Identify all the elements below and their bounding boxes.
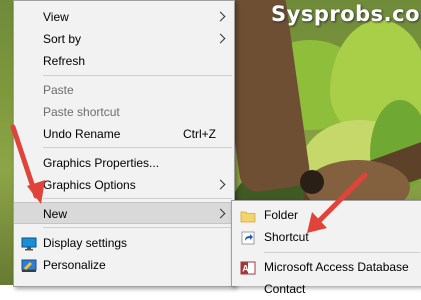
menu-item-sort-by[interactable]: Sort by [14, 28, 234, 50]
menu-item-paste[interactable]: Paste [14, 79, 234, 101]
folder-icon [240, 208, 256, 223]
menu-separator [43, 227, 232, 228]
menu-separator [43, 75, 232, 76]
menu-item-personalize-label: Personalize [43, 258, 106, 272]
shortcut-icon [240, 230, 256, 245]
menu-item-undo-rename[interactable]: Undo Rename Ctrl+Z [14, 123, 234, 145]
access-database-icon: A [240, 260, 256, 275]
chevron-right-icon [215, 208, 226, 219]
chevron-right-icon [215, 179, 226, 190]
submenu-item-folder[interactable]: Folder [232, 204, 421, 226]
menu-item-paste-shortcut-label: Paste shortcut [43, 105, 120, 119]
submenu-item-shortcut[interactable]: Shortcut [232, 226, 421, 248]
menu-item-sort-by-label: Sort by [43, 32, 82, 46]
svg-text:A: A [242, 264, 249, 274]
submenu-item-access-database[interactable]: A Microsoft Access Database [232, 256, 421, 278]
menu-item-refresh[interactable]: Refresh [14, 50, 234, 72]
menu-item-paste-shortcut[interactable]: Paste shortcut [14, 101, 234, 123]
chevron-right-icon [215, 11, 226, 22]
menu-item-graphics-properties-label: Graphics Properties... [43, 156, 160, 170]
chevron-right-icon [215, 33, 226, 44]
display-settings-icon [21, 236, 37, 251]
menu-item-new-label: New [43, 207, 68, 221]
menu-item-refresh-label: Refresh [43, 54, 86, 68]
desktop-context-menu: View Sort by Refresh Paste Paste shortcu… [13, 0, 235, 287]
submenu-item-partial[interactable]: Contact [232, 278, 421, 300]
menu-separator [43, 147, 232, 148]
menu-separator [264, 252, 420, 253]
undo-keyboard-shortcut: Ctrl+Z [183, 127, 216, 141]
personalize-icon [21, 258, 37, 272]
menu-item-graphics-properties[interactable]: Graphics Properties... [14, 152, 234, 174]
menu-separator [43, 198, 232, 199]
menu-item-personalize[interactable]: Personalize [14, 254, 234, 276]
menu-item-display-settings[interactable]: Display settings [14, 232, 234, 254]
submenu-item-partial-label: Contact [264, 282, 306, 296]
submenu-item-access-database-label: Microsoft Access Database [264, 260, 409, 274]
submenu-item-folder-label: Folder [264, 208, 299, 222]
menu-item-graphics-options-label: Graphics Options [43, 178, 136, 192]
menu-item-view-label: View [43, 10, 69, 24]
menu-item-view[interactable]: View [14, 6, 234, 28]
menu-item-graphics-options[interactable]: Graphics Options [14, 174, 234, 196]
menu-item-undo-rename-label: Undo Rename [43, 127, 121, 141]
menu-item-display-settings-label: Display settings [43, 236, 128, 250]
new-submenu: Folder Shortcut A Microsoft Access Datab… [231, 200, 421, 296]
menu-item-new[interactable]: New [14, 202, 234, 224]
submenu-item-shortcut-label: Shortcut [264, 230, 309, 244]
watermark-text: Sysprobs.com [271, 2, 421, 26]
menu-item-paste-label: Paste [43, 83, 74, 97]
